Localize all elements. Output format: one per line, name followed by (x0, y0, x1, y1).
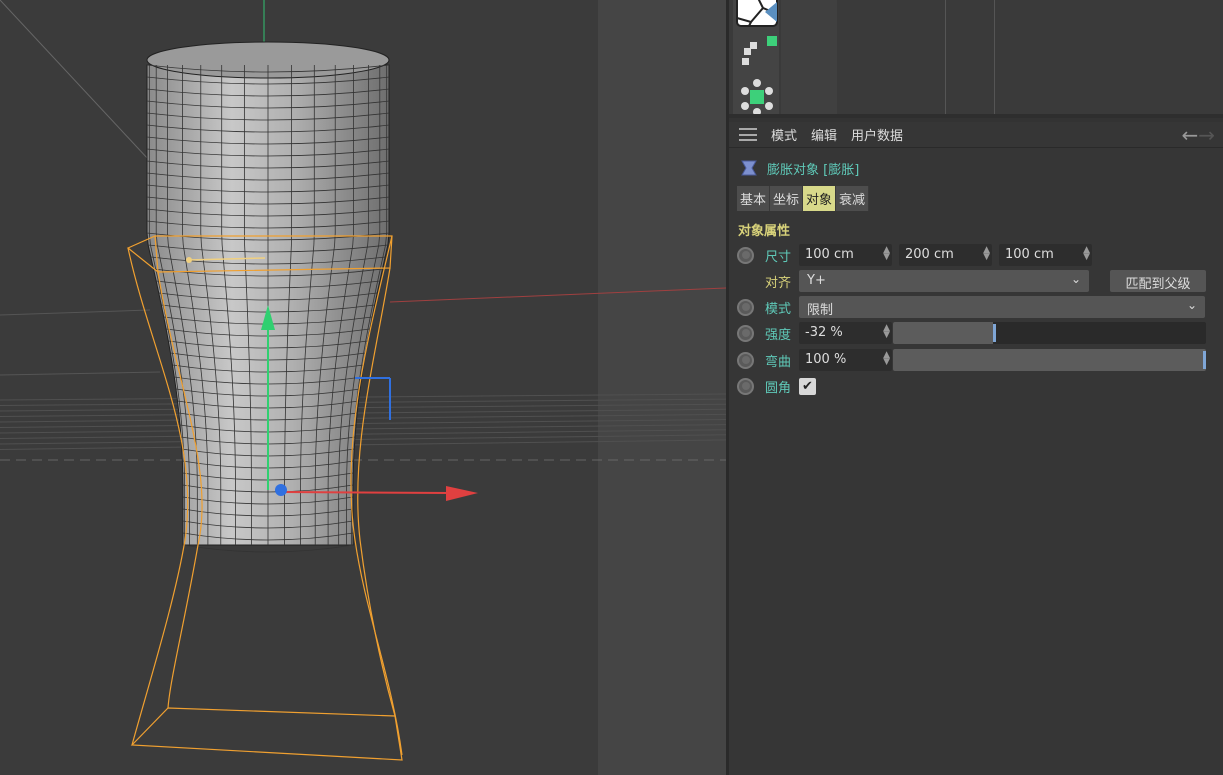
section-title: 对象属性 (738, 224, 791, 239)
attribute-menubar: 模式 编辑 用户数据 ←→ (729, 122, 1223, 148)
grid-line (0, 309, 151, 316)
bulge-deformer-icon (741, 160, 757, 176)
animate-radio[interactable] (737, 324, 754, 342)
back-arrow-icon[interactable]: ← (1181, 123, 1198, 147)
curvature-slider[interactable] (893, 349, 1206, 371)
menu-user-data[interactable]: 用户数据 (851, 125, 903, 144)
attribute-tabs: 基本 坐标 对象 衰减 (737, 186, 870, 211)
divider (994, 0, 995, 114)
strength-slider[interactable] (893, 322, 1206, 344)
mode-label: 模式 (765, 301, 792, 317)
gizmo-origin (275, 484, 287, 496)
forward-arrow-icon[interactable]: → (1198, 123, 1215, 147)
chevron-down-icon: ⌄ (1186, 298, 1197, 312)
mode-row: 模式 限制 ⌄ (737, 296, 1217, 318)
fillet-checkbox[interactable]: ✔ (799, 377, 816, 395)
tab-falloff[interactable]: 衰减 (836, 186, 870, 211)
menu-edit[interactable]: 编辑 (811, 125, 837, 144)
divider (945, 0, 946, 114)
curvature-row: 弯曲 100 % ▲ ▼ (737, 349, 1217, 371)
fillet-label: 圆角 (765, 380, 792, 396)
spinner-icon: ▲ ▼ (883, 350, 890, 367)
attribute-manager: 模式 编辑 用户数据 ←→ 膨胀对象 [膨胀] 基本 坐标 对象 衰减 对象属性… (729, 122, 1223, 775)
menu-mode[interactable]: 模式 (771, 125, 797, 144)
viewport-canvas[interactable] (0, 0, 726, 775)
grid-line (0, 371, 161, 376)
animate-radio[interactable] (737, 246, 754, 264)
viewport-background-panel (598, 0, 726, 775)
cage-bottom (130, 707, 403, 761)
align-select[interactable]: Y+ ⌄ (799, 270, 1089, 292)
palette-column (733, 0, 779, 116)
size-label: 尺寸 (765, 249, 792, 265)
size-x-field[interactable]: 100 cm ▲ ▼ (799, 244, 892, 266)
animate-radio[interactable] (737, 351, 754, 369)
align-row: 对齐 Y+ ⌄ 匹配到父级 (737, 270, 1217, 292)
fit-to-parent-button[interactable]: 匹配到父级 (1110, 270, 1206, 292)
cloner-spline-icon[interactable] (742, 36, 777, 65)
mesh-ring (182, 544, 354, 553)
curvature-field[interactable]: 100 % ▲ ▼ (799, 349, 892, 371)
animate-radio[interactable] (737, 298, 754, 316)
spinner-icon: ▲ ▼ (883, 323, 890, 340)
hamburger-menu-icon[interactable] (739, 128, 757, 141)
size-y-field[interactable]: 200 cm ▲ ▼ (899, 244, 992, 266)
tab-basic[interactable]: 基本 (737, 186, 771, 211)
strength-row: 强度 -32 % ▲ ▼ (737, 322, 1217, 344)
palette-column-disabled (781, 0, 837, 114)
curvature-label: 弯曲 (765, 354, 792, 370)
strength-handle (186, 257, 192, 263)
x-arrow-icon (446, 486, 478, 501)
tool-palette (729, 0, 1223, 118)
fillet-row: 圆角 ✔ (737, 375, 1217, 397)
voronoi-fracture-icon[interactable] (736, 0, 778, 27)
tab-coord[interactable]: 坐标 (770, 186, 804, 211)
3d-viewport[interactable] (0, 0, 726, 775)
mode-select[interactable]: 限制 ⌄ (799, 296, 1205, 318)
chevron-down-icon: ⌄ (1070, 272, 1081, 286)
cloner-radial-icon[interactable] (741, 79, 773, 116)
object-title-text: 膨胀对象 [膨胀] (767, 162, 860, 178)
spinner-icon: ▲ ▼ (1083, 245, 1090, 262)
animate-radio[interactable] (737, 377, 754, 395)
strength-field[interactable]: -32 % ▲ ▼ (799, 322, 892, 344)
size-row: 尺寸 100 cm ▲ ▼ 200 cm ▲ ▼ 100 cm ▲ ▼ (737, 244, 1217, 266)
spinner-icon: ▲ ▼ (983, 245, 990, 262)
strength-label: 强度 (765, 327, 792, 343)
spinner-icon: ▲ ▼ (883, 245, 890, 262)
size-z-field[interactable]: 100 cm ▲ ▼ (999, 244, 1092, 266)
align-label: 对齐 (765, 275, 792, 291)
object-title: 膨胀对象 [膨胀] (739, 158, 859, 178)
tab-object[interactable]: 对象 (803, 186, 837, 211)
